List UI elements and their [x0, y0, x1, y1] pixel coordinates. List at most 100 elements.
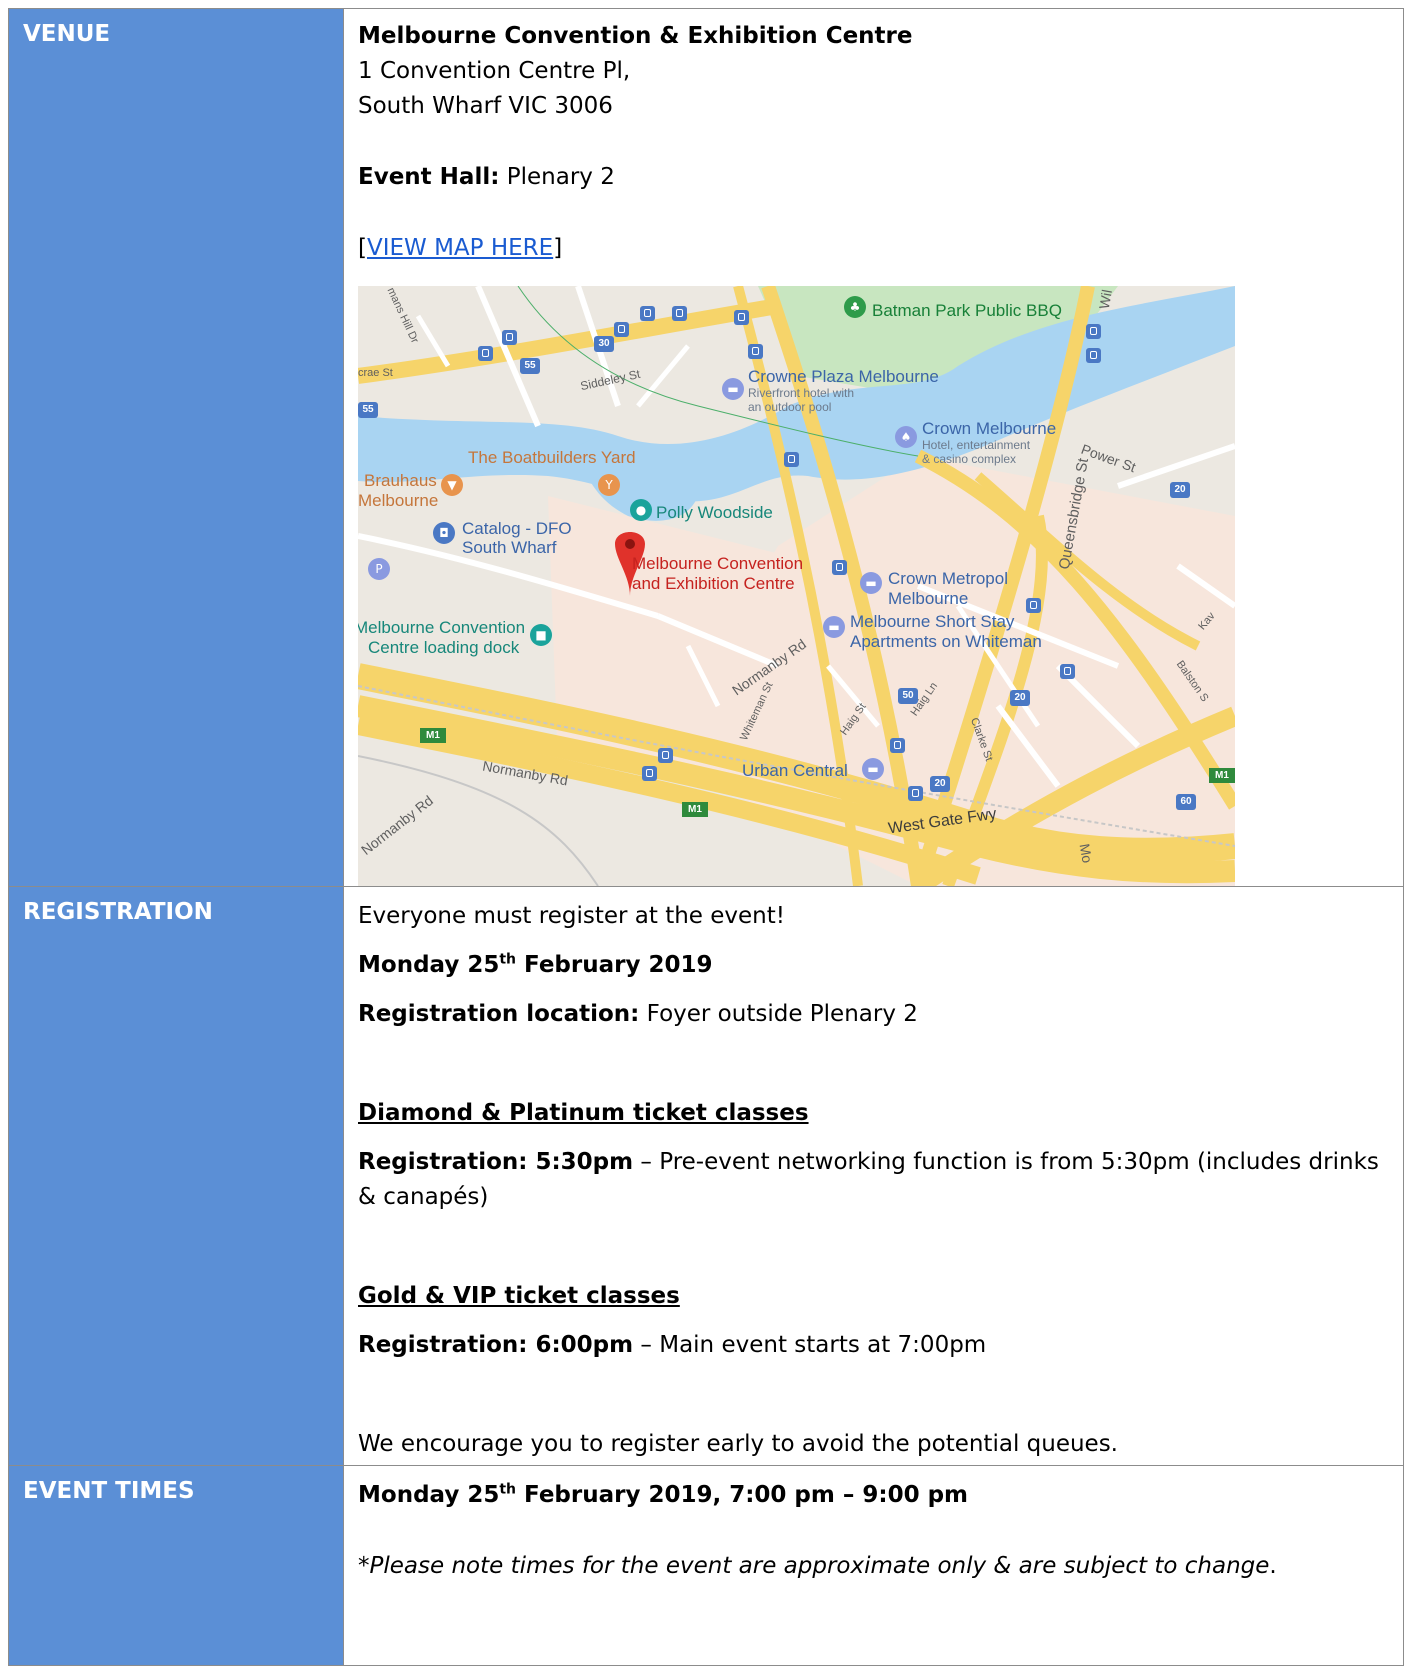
- route-shield: 55: [358, 402, 378, 418]
- tram-stop-icon: [614, 322, 629, 337]
- gold-vip-details: Registration: 6:00pm – Main event starts…: [358, 1328, 1389, 1363]
- tram-stop-icon: [640, 306, 655, 321]
- venue-hall: Event Hall: Plenary 2: [358, 160, 1389, 195]
- map-label-wil: Wil: [1095, 288, 1115, 311]
- venue-details: Melbourne Convention & Exhibition Centre…: [343, 8, 1404, 887]
- map-label-mcec-2: and Exhibition Centre: [632, 574, 795, 593]
- map-label-crowne-sub1: Riverfront hotel with: [748, 386, 855, 400]
- map-label-short-stay-2: Apartments on Whiteman: [850, 632, 1042, 651]
- route-shield: 60: [1176, 794, 1196, 810]
- venue-address-line2: South Wharf VIC 3006: [358, 93, 613, 119]
- hotel-icon: ▬: [722, 378, 744, 400]
- registration-location-value: Foyer outside Plenary 2: [639, 1001, 918, 1027]
- diamond-platinum-details: Registration: 5:30pm – Pre-event network…: [358, 1145, 1389, 1215]
- registration-date-rest: February 2019: [516, 952, 713, 978]
- map-label-crown-sub2: & casino complex: [922, 452, 1017, 466]
- map-label-metropol-2: Melbourne: [888, 589, 969, 608]
- tram-stop-icon: [478, 346, 493, 361]
- map-label-crowne-plaza: Crowne Plaza Melbourne: [748, 367, 939, 386]
- venue-address-line1: 1 Convention Centre Pl,: [358, 58, 631, 84]
- event-date-rest: February 2019, 7:00 pm – 9:00 pm: [516, 1482, 969, 1508]
- map-label-brauhaus-2: Melbourne: [358, 491, 439, 510]
- map-label-catalog-1: Catalog - DFO: [462, 519, 572, 538]
- camera-icon: ●: [630, 499, 652, 521]
- event-times-details: Monday 25th February 2019, 7:00 pm – 9:0…: [343, 1465, 1404, 1666]
- map-label-dock-2: Centre loading dock: [368, 638, 520, 657]
- tram-stop-icon: [734, 310, 749, 325]
- route-shield: 20: [1010, 690, 1030, 706]
- map-label-crowne-sub2: an outdoor pool: [748, 400, 832, 414]
- map-label-mcec-1: Melbourne Convention: [632, 554, 804, 573]
- registration-row: REGISTRATION Everyone must register at t…: [8, 886, 1404, 1466]
- tram-stop-icon: [502, 330, 517, 345]
- route-shield: 55: [520, 358, 540, 374]
- gold-vip-text: – Main event starts at 7:00pm: [633, 1332, 987, 1358]
- tram-stop-icon: [890, 738, 905, 753]
- map-label-urban-central: Urban Central: [742, 761, 848, 780]
- freeway-m1-shield: M1: [420, 728, 446, 743]
- bracket-open: [: [358, 235, 367, 261]
- gold-vip-heading: Gold & VIP ticket classes: [358, 1283, 680, 1309]
- map-label-brauhaus-1: Brauhaus: [364, 471, 437, 490]
- venue-map[interactable]: ♣ ▬ ♠ ▼ Y ● ◘ P ▬ ▬ ■ ▬ Batman Park Publ…: [358, 286, 1235, 886]
- registration-details: Everyone must register at the event! Mon…: [343, 886, 1404, 1466]
- registration-intro: Everyone must register at the event!: [358, 903, 785, 929]
- gold-vip-time: Registration: 6:00pm: [358, 1332, 634, 1358]
- route-shield: 50: [898, 688, 918, 704]
- freeway-m1-shield: M1: [1209, 768, 1235, 783]
- beer-icon: ▼: [441, 474, 463, 496]
- registration-date: Monday 25th February 2019: [358, 948, 1389, 983]
- route-shield: 20: [930, 776, 950, 792]
- tram-stop-icon: [748, 344, 763, 359]
- tram-stop-icon: [658, 748, 673, 763]
- event-date-suffix: th: [499, 1481, 517, 1498]
- event-times-note-text: *Please note times for the event are app…: [358, 1553, 1270, 1579]
- parking-icon: P: [368, 558, 390, 580]
- event-times-row: EVENT TIMES Monday 25th February 2019, 7…: [8, 1465, 1404, 1666]
- map-label-polly-woodside: Polly Woodside: [656, 503, 773, 522]
- tram-stop-icon: [1086, 348, 1101, 363]
- tram-stop-icon: [642, 766, 657, 781]
- venue-row: VENUE Melbourne Convention & Exhibition …: [8, 8, 1404, 887]
- freeway-m1-shield: M1: [682, 802, 708, 817]
- tram-stop-icon: [832, 560, 847, 575]
- casino-icon: ♠: [895, 426, 917, 448]
- bar-icon: Y: [598, 474, 620, 496]
- venue-hall-value: Plenary 2: [499, 164, 615, 190]
- event-date-main: Monday 25: [358, 1482, 500, 1508]
- hotel-icon: ▬: [862, 758, 884, 780]
- route-shield: 20: [1170, 482, 1190, 498]
- event-times-label: EVENT TIMES: [8, 1465, 344, 1666]
- map-label-crown-sub1: Hotel, entertainment: [922, 438, 1031, 452]
- event-info-table: VENUE Melbourne Convention & Exhibition …: [8, 8, 1404, 1666]
- tree-icon: ♣: [844, 296, 866, 318]
- registration-label: REGISTRATION: [8, 886, 344, 1466]
- building-icon: ■: [530, 624, 552, 646]
- map-label-crown-melbourne: Crown Melbourne: [922, 419, 1057, 438]
- event-times-date: Monday 25th February 2019, 7:00 pm – 9:0…: [358, 1478, 1389, 1513]
- registration-location: Registration location: Foyer outside Ple…: [358, 997, 1389, 1032]
- registration-closing: We encourage you to register early to av…: [358, 1431, 1118, 1457]
- map-label-short-stay-1: Melbourne Short Stay: [850, 612, 1015, 631]
- map-label-metropol-1: Crown Metropol: [888, 569, 1008, 588]
- registration-location-label: Registration location:: [358, 1001, 640, 1027]
- venue-hall-label: Event Hall:: [358, 164, 500, 190]
- bracket-close: ]: [553, 235, 563, 261]
- view-map-link[interactable]: VIEW MAP HERE: [367, 235, 553, 261]
- tram-stop-icon: [784, 452, 799, 467]
- tram-stop-icon: [1026, 598, 1041, 613]
- map-label-dock-1: Melbourne Convention: [358, 618, 526, 637]
- event-info-document: VENUE Melbourne Convention & Exhibition …: [8, 8, 1404, 1666]
- event-times-note: *Please note times for the event are app…: [358, 1549, 1389, 1584]
- map-label-catalog-2: South Wharf: [462, 538, 557, 557]
- map-label-boatbuilders: The Boatbuilders Yard: [468, 448, 636, 467]
- map-label-batman-park: Batman Park Public BBQ: [872, 301, 1062, 320]
- diamond-platinum-heading: Diamond & Platinum ticket classes: [358, 1100, 809, 1126]
- venue-label: VENUE: [8, 8, 344, 887]
- registration-date-suffix: th: [499, 951, 517, 968]
- route-shield: 30: [594, 336, 614, 352]
- tram-stop-icon: [908, 786, 923, 801]
- map-label-mo: Mo: [1076, 842, 1096, 865]
- tram-stop-icon: [672, 306, 687, 321]
- map-label-crae: crae St: [358, 367, 393, 379]
